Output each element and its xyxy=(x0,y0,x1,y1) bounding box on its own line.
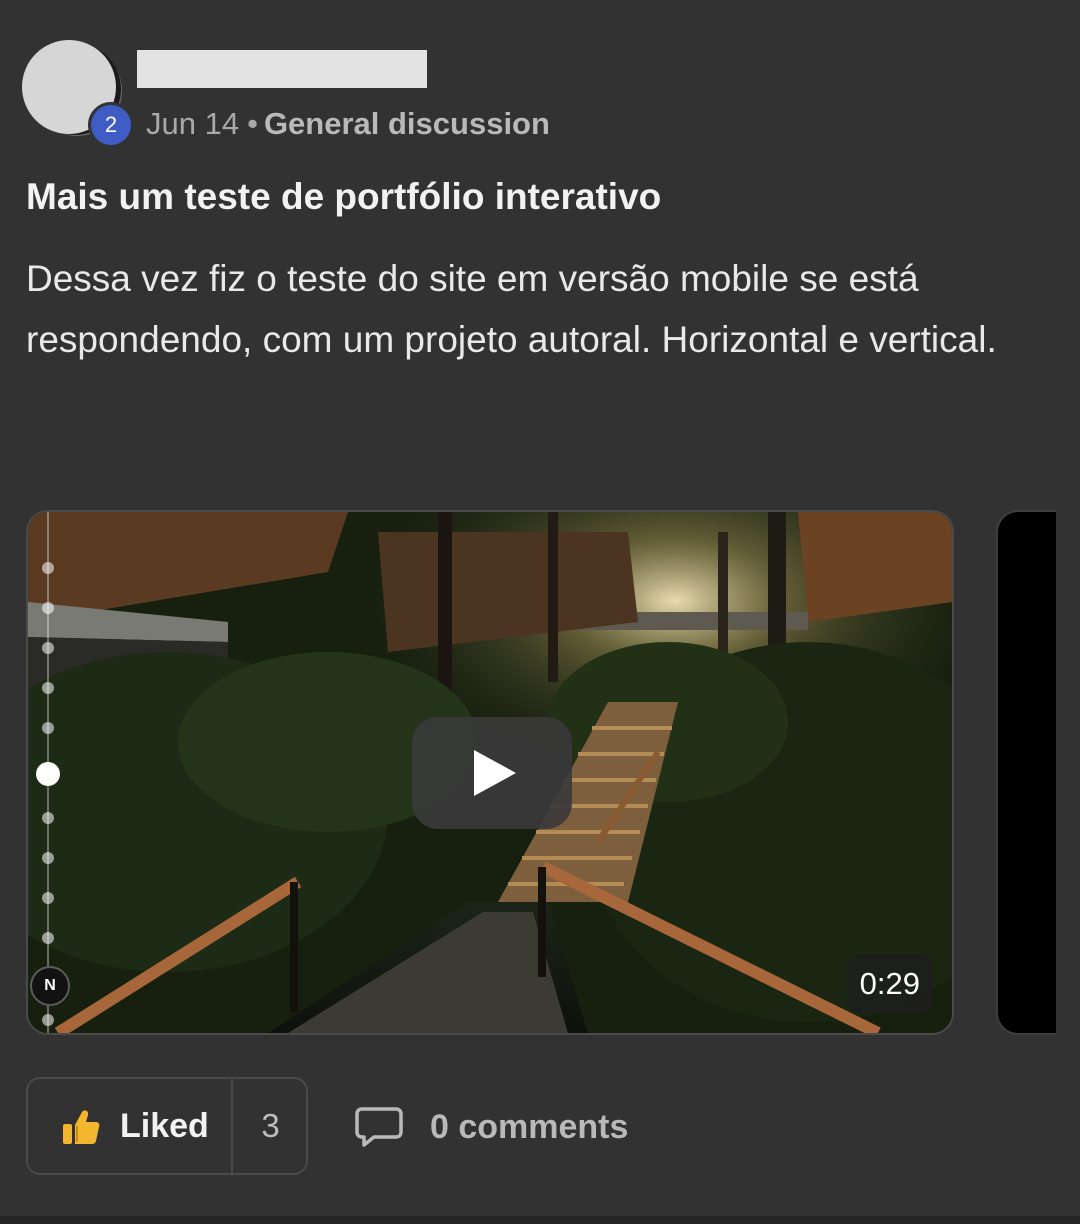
scrubber-tick xyxy=(42,602,54,614)
compass-icon[interactable]: N xyxy=(30,966,70,1006)
thumbs-up-icon xyxy=(63,1110,100,1144)
category-link[interactable]: General discussion xyxy=(264,106,550,141)
like-button[interactable]: Liked xyxy=(28,1079,233,1173)
scrubber-tick xyxy=(42,682,54,694)
like-count[interactable]: 3 xyxy=(233,1105,308,1147)
scrubber-tick xyxy=(42,642,54,654)
play-button[interactable] xyxy=(412,717,572,829)
scrubber-tick xyxy=(42,892,54,904)
like-control: Liked 3 xyxy=(26,1077,308,1175)
scrubber-knob[interactable] xyxy=(36,762,60,786)
level-badge: 2 xyxy=(88,102,134,148)
scrubber-tick xyxy=(42,722,54,734)
post-body: Dessa vez fiz o teste do site em versão … xyxy=(26,258,997,360)
video-player[interactable]: N 0:29 xyxy=(26,510,954,1035)
meta-separator: • xyxy=(247,106,258,141)
author-avatar-group[interactable]: 2 xyxy=(22,40,134,148)
comments-button[interactable]: 0 comments xyxy=(354,1100,644,1152)
post-date: Jun 14 xyxy=(146,106,240,141)
post-card: 2 Jun 14 • General discussion Mais um test… xyxy=(0,0,1080,1224)
divider xyxy=(0,1216,1080,1224)
next-media-card[interactable] xyxy=(996,510,1056,1035)
post-title[interactable]: Mais um teste de portfólio interativo xyxy=(26,172,661,222)
author-name-redacted[interactable] xyxy=(137,50,427,88)
play-icon xyxy=(474,750,516,796)
comments-label: 0 comments xyxy=(430,1108,629,1146)
vertical-scrubber[interactable] xyxy=(36,512,60,1033)
scrubber-tick xyxy=(42,932,54,944)
scrubber-tick xyxy=(42,852,54,864)
scrubber-tick xyxy=(42,562,54,574)
video-duration: 0:29 xyxy=(847,955,932,1013)
post-meta: Jun 14 • General discussion xyxy=(146,104,550,144)
scrubber-tick xyxy=(42,812,54,824)
comment-bubble-icon xyxy=(355,1107,403,1147)
like-label: Liked xyxy=(120,1107,209,1145)
scrubber-tick xyxy=(42,1014,54,1026)
